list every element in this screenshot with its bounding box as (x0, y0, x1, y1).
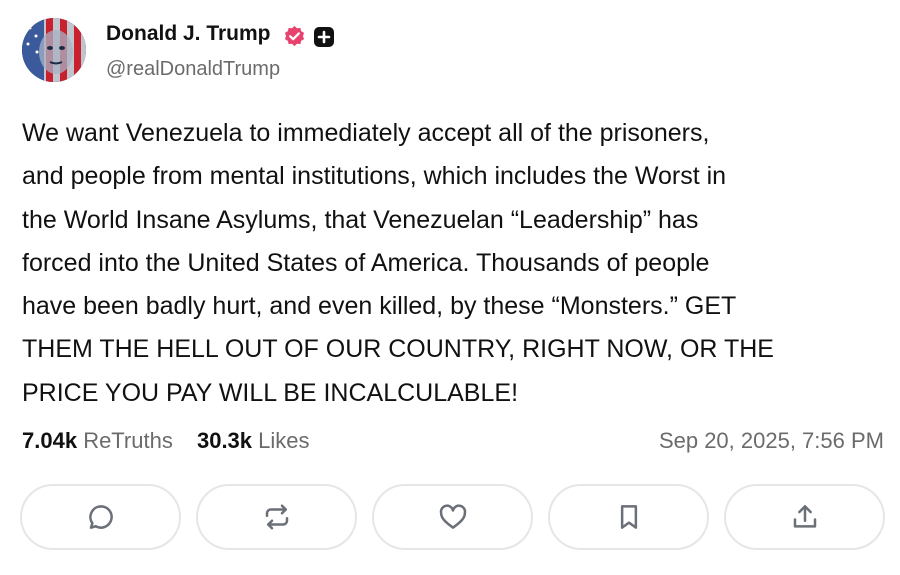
retruths-label: ReTruths (83, 428, 173, 453)
bookmark-button[interactable] (548, 484, 709, 550)
post-card: Donald J. Trump @realDonaldTrump We want… (0, 0, 900, 575)
avatar[interactable] (22, 18, 86, 82)
author-handle[interactable]: @realDonaldTrump (106, 58, 280, 81)
heart-icon (439, 504, 466, 529)
likes-stat[interactable]: 30.3k Likes (197, 428, 328, 453)
post-stats: 7.04k ReTruths 30.3k Likes (22, 428, 328, 454)
verified-badge-icon (284, 25, 305, 47)
reply-button[interactable] (20, 484, 181, 550)
likes-count: 30.3k (196, 428, 253, 453)
post-timestamp[interactable]: Sep 20, 2025, 7:56 PM (659, 428, 884, 454)
bookmark-icon (620, 505, 637, 529)
retruths-stat[interactable]: 7.04k ReTruths (22, 428, 191, 453)
retruth-icon (265, 504, 288, 530)
likes-label: Likes (258, 428, 310, 453)
author-name[interactable]: Donald J. Trump (106, 22, 271, 46)
post-text: We want Venezuela to immediately accept … (22, 119, 774, 407)
reply-icon (88, 505, 113, 529)
avatar-image (22, 18, 86, 82)
retruths-count: 7.04k (22, 428, 78, 453)
share-button[interactable] (724, 484, 885, 550)
like-button[interactable] (372, 484, 533, 550)
plus-badge-icon (314, 27, 334, 47)
retruth-button[interactable] (196, 484, 357, 550)
share-icon (793, 505, 816, 528)
